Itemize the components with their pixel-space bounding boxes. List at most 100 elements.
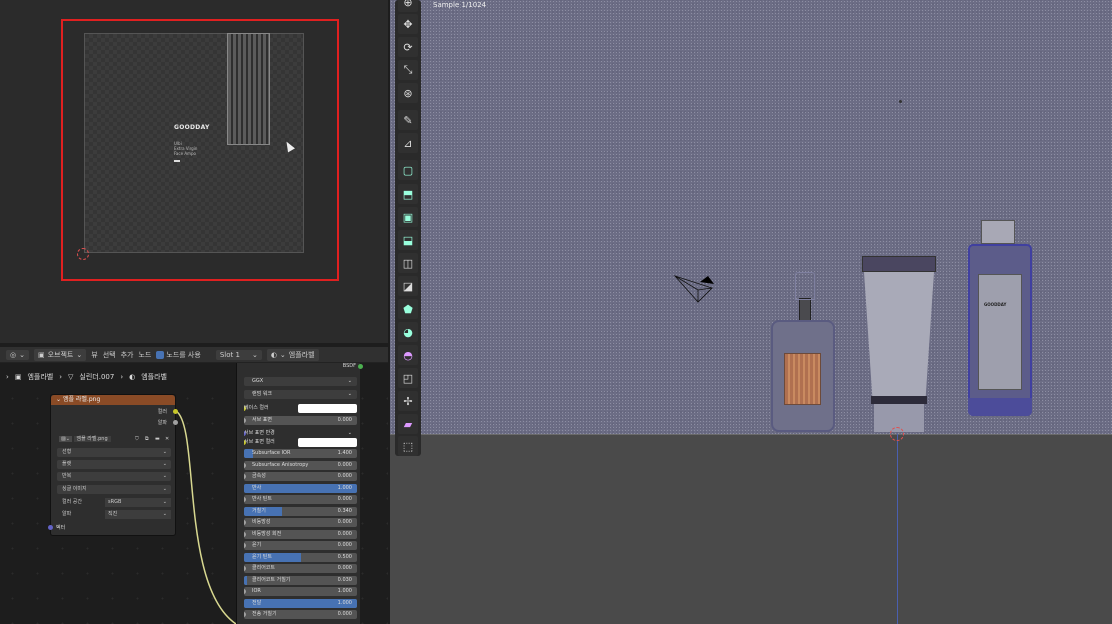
color-swatch[interactable] [298,438,357,447]
measure-tool[interactable]: ⊿ [398,133,418,153]
folder-icon[interactable]: ▬ [155,435,160,444]
image-datablock[interactable]: ▨⌄ 엠플 라벨.png ⛉ ⧉ ▬ ✕ [57,435,171,444]
input-socket[interactable] [244,474,246,479]
dropper-cap[interactable] [799,298,811,322]
menu-add[interactable]: 추가 [121,350,134,360]
collapse-icon[interactable]: ⌄ [56,396,63,403]
bsdf-row[interactable]: 서브 표면 0.000 [244,416,357,425]
subsurface-method-select[interactable]: 랜덤 워크 ⌄ [244,390,357,399]
breadcrumb-item-3[interactable]: 엠플라벨 [141,372,167,382]
bsdf-row[interactable]: 윤기 0.000 [244,541,357,550]
knife-tool[interactable]: ◪ [398,276,418,296]
bsdf-row-value[interactable]: 0.000 [338,461,352,470]
bsdf-row-value[interactable]: 0.000 [338,530,352,539]
input-socket[interactable] [244,612,246,617]
bsdf-row[interactable]: 서브 표면 컬러 [244,438,357,447]
cursor-tool[interactable]: ⊕ [398,0,418,12]
bsdf-row-value[interactable]: 0.000 [338,495,352,504]
alpha-mode-select[interactable]: 알파 직진 ⌄ [57,510,171,519]
chevron-down-icon[interactable]: ⌄ [348,429,352,438]
bevel-tool[interactable]: ⬓ [398,230,418,250]
bsdf-row[interactable]: 비등방성 0.000 [244,518,357,527]
bsdf-row-value[interactable]: 1.000 [338,484,352,493]
interpolation-select[interactable]: 선형 ⌄ [57,448,171,457]
use-nodes-toggle[interactable]: 노드를 사용 [156,350,201,360]
projection-select[interactable]: 플랫 ⌄ [57,460,171,469]
bsdf-row-value[interactable]: 1.000 [338,599,352,608]
tube-body[interactable] [864,272,934,398]
color-swatch[interactable] [298,404,357,413]
input-socket[interactable] [244,497,246,502]
image-name-field[interactable]: 엠플 라벨.png [73,436,111,442]
input-socket[interactable] [244,566,246,571]
bsdf-row-value[interactable]: 1.400 [338,449,352,458]
vector-input-socket[interactable] [48,525,53,530]
bsdf-row[interactable]: 서브 표면 반경 ⌄ [244,429,357,438]
bsdf-row[interactable]: 베이스 컬러 [244,404,357,413]
bsdf-row-value[interactable]: 0.000 [338,541,352,550]
bsdf-row-value[interactable]: 0.030 [338,576,352,585]
shrink-fatten-tool[interactable]: ✢ [398,391,418,411]
breadcrumb-item-1[interactable]: 엠플라벨 [27,372,53,382]
bsdf-row[interactable]: IOR 1.000 [244,587,357,596]
bsdf-row[interactable]: 전달 1.000 [244,599,357,608]
bsdf-row[interactable]: 반사 1.000 [244,484,357,493]
duplicate-icon[interactable]: ⧉ [145,435,149,444]
bsdf-row[interactable]: Subsurface IOR 1.400 [244,449,357,458]
bsdf-row-value[interactable]: 0.000 [338,610,352,619]
output-color-socket[interactable] [173,409,178,414]
input-socket[interactable] [244,520,246,525]
inset-tool[interactable]: ▣ [398,207,418,227]
bsdf-row[interactable]: 전송 거칠기 0.000 [244,610,357,619]
principled-bsdf-node[interactable]: BSDF GGX ⌄ 랜덤 워크 ⌄ 베이스 컬러 서브 표면 0.000 서브 표면 반… [236,363,363,624]
scale-tool[interactable]: ⤡ [398,60,418,80]
rip-tool[interactable]: ⬚ [398,436,418,456]
bsdf-row-value[interactable]: 0.000 [338,564,352,573]
bsdf-row[interactable]: 클리어코트 0.000 [244,564,357,573]
bsdf-row-value[interactable]: 1.000 [338,587,352,596]
rotate-tool[interactable]: ⟳ [398,37,418,57]
close-icon[interactable]: ✕ [165,435,169,444]
color-space-value[interactable]: sRGB [105,498,171,507]
transform-tool[interactable]: ⊛ [398,83,418,103]
move-tool[interactable]: ✥ [398,14,418,34]
input-socket[interactable] [244,418,246,423]
image-node-header[interactable]: ⌄ 엠플 라벨.png [51,395,175,405]
shield-icon[interactable]: ⛉ [135,435,139,444]
extension-select[interactable]: 반복 ⌄ [57,472,171,481]
smooth-tool[interactable]: ◓ [398,345,418,365]
spin-tool[interactable]: ◕ [398,322,418,342]
use-nodes-checkbox[interactable] [156,350,165,359]
bsdf-row[interactable]: 윤기 틴트 0.500 [244,553,357,562]
material-select[interactable]: ◐ ⌄ 엠플라벨 [266,348,319,361]
edge-slide-tool[interactable]: ◰ [398,368,418,388]
output-alpha-socket[interactable] [173,420,178,425]
input-socket[interactable] [244,463,246,468]
image-texture-node[interactable]: ⌄ 엠플 라벨.png 컬러 알파 ▨⌄ 엠플 라벨.png ⛉ ⧉ ▬ ✕ 선… [48,394,178,536]
source-select[interactable]: 싱글 이미지 ⌄ [57,485,171,494]
bsdf-row-value[interactable]: 0.340 [338,507,352,516]
menu-select[interactable]: 선택 [103,350,116,360]
object-mode-select[interactable]: ▣ 오브젝트 ⌄ [33,348,87,361]
menu-node[interactable]: 노드 [138,350,151,360]
slot-select[interactable]: Slot 1 ⌄ [215,349,262,360]
bsdf-row[interactable]: 비등방성 회전 0.000 [244,530,357,539]
annotate-tool[interactable]: ✎ [398,110,418,130]
color-space-select[interactable]: 컬러 공간 sRGB ⌄ [57,498,171,507]
bsdf-row-value[interactable]: 0.000 [338,416,352,425]
bsdf-row[interactable]: 거칠기 0.340 [244,507,357,516]
distribution-select[interactable]: GGX ⌄ [244,377,357,386]
bsdf-row-value[interactable]: 0.500 [338,553,352,562]
shear-tool[interactable]: ▰ [398,414,418,434]
loop-cut-tool[interactable]: ◫ [398,253,418,273]
input-socket[interactable] [244,532,246,537]
bsdf-row[interactable]: 반사 틴트 0.000 [244,495,357,504]
bsdf-row-value[interactable]: 0.000 [338,472,352,481]
breadcrumb-item-2[interactable]: 실린더.007 [79,372,114,382]
poly-build-tool[interactable]: ⬟ [398,299,418,319]
camera-object[interactable] [670,268,720,308]
alpha-mode-value[interactable]: 직진 [105,510,171,519]
input-socket[interactable] [244,589,246,594]
menu-view[interactable]: 뷰 [91,350,97,360]
bsdf-row-value[interactable]: 0.000 [338,518,352,527]
